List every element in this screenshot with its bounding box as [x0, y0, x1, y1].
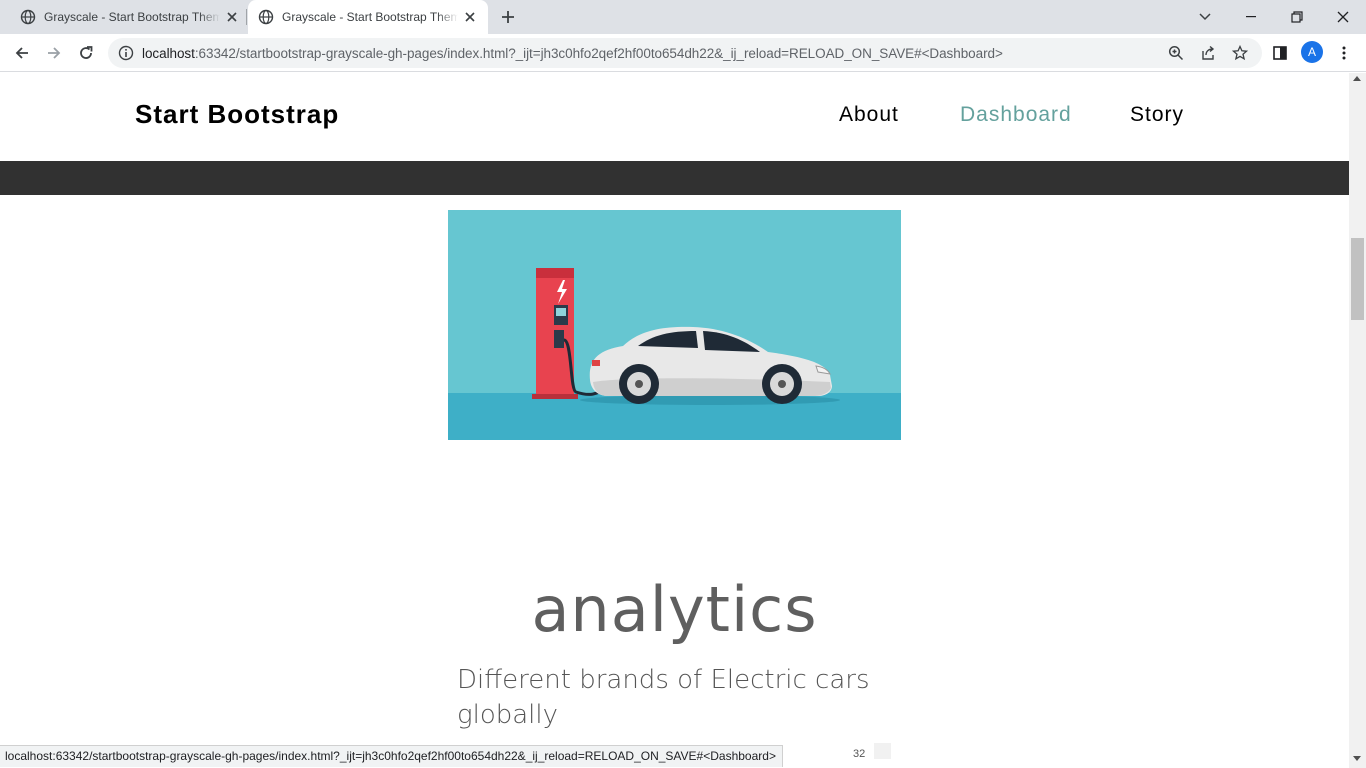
restore-icon — [1291, 11, 1303, 23]
info-icon[interactable] — [118, 45, 134, 61]
url-text: localhost:63342/startbootstrap-grayscale… — [142, 46, 1003, 61]
page-scrollbar[interactable] — [1349, 73, 1366, 768]
reload-button[interactable] — [73, 40, 99, 66]
reload-icon — [80, 46, 93, 59]
close-icon[interactable] — [462, 9, 478, 25]
tab-strip: Grayscale - Start Bootstrap Theme Graysc… — [0, 0, 1366, 34]
restore-button[interactable] — [1274, 0, 1320, 34]
tab-title: Grayscale - Start Bootstrap Theme — [44, 10, 220, 24]
tab-title: Grayscale - Start Bootstrap Theme — [282, 10, 458, 24]
arrow-left-icon — [15, 47, 28, 59]
back-button[interactable] — [9, 40, 35, 66]
tab-search-button[interactable] — [1182, 0, 1228, 34]
scroll-up-arrow-icon[interactable] — [1353, 76, 1361, 81]
kebab-menu-icon — [1342, 46, 1346, 60]
arrow-right-icon — [48, 47, 61, 59]
bookmark-star-icon[interactable] — [1232, 45, 1248, 61]
close-window-button[interactable] — [1320, 0, 1366, 34]
globe-icon — [20, 9, 36, 25]
browser-tab-2[interactable]: Grayscale - Start Bootstrap Theme — [248, 0, 488, 34]
section-title: analytics — [531, 573, 818, 646]
scroll-thumb[interactable] — [1351, 238, 1364, 320]
minimize-button[interactable] — [1228, 0, 1274, 34]
minimize-icon — [1246, 16, 1256, 18]
close-icon — [1337, 11, 1349, 23]
plus-icon — [502, 11, 514, 23]
nav-link-about[interactable]: About — [839, 103, 899, 127]
menu-button[interactable] — [1334, 43, 1354, 63]
partial-number: 32 — [853, 748, 866, 760]
profile-avatar[interactable]: A — [1301, 41, 1323, 63]
partial-element — [874, 743, 891, 759]
dark-band — [0, 161, 1349, 195]
site-navbar: Start Bootstrap About Dashboard Story — [0, 73, 1349, 161]
address-bar[interactable]: localhost:63342/startbootstrap-grayscale… — [108, 38, 1262, 68]
brand-link[interactable]: Start Bootstrap — [135, 99, 339, 130]
page-viewport: Start Bootstrap About Dashboard Story an… — [0, 73, 1349, 768]
globe-icon — [258, 9, 274, 25]
section-description: Different brands of Electric cars global… — [457, 665, 870, 730]
electric-car-charging-image — [448, 210, 901, 440]
nav-link-dashboard[interactable]: Dashboard — [960, 103, 1072, 127]
close-icon[interactable] — [224, 9, 240, 25]
scroll-down-arrow-icon[interactable] — [1353, 756, 1361, 761]
status-bar-url: localhost:63342/startbootstrap-grayscale… — [0, 745, 783, 767]
side-panel-icon — [1273, 46, 1287, 60]
chevron-down-icon — [1199, 13, 1211, 21]
side-panel-button[interactable] — [1270, 43, 1290, 63]
tab-separator — [246, 9, 247, 25]
new-tab-button[interactable] — [498, 7, 518, 27]
browser-toolbar: localhost:63342/startbootstrap-grayscale… — [0, 34, 1366, 72]
forward-button[interactable] — [41, 40, 67, 66]
share-icon[interactable] — [1200, 45, 1216, 61]
nav-link-story[interactable]: Story — [1130, 103, 1184, 127]
zoom-icon[interactable] — [1168, 45, 1184, 61]
browser-tab-1[interactable]: Grayscale - Start Bootstrap Theme — [10, 0, 246, 34]
